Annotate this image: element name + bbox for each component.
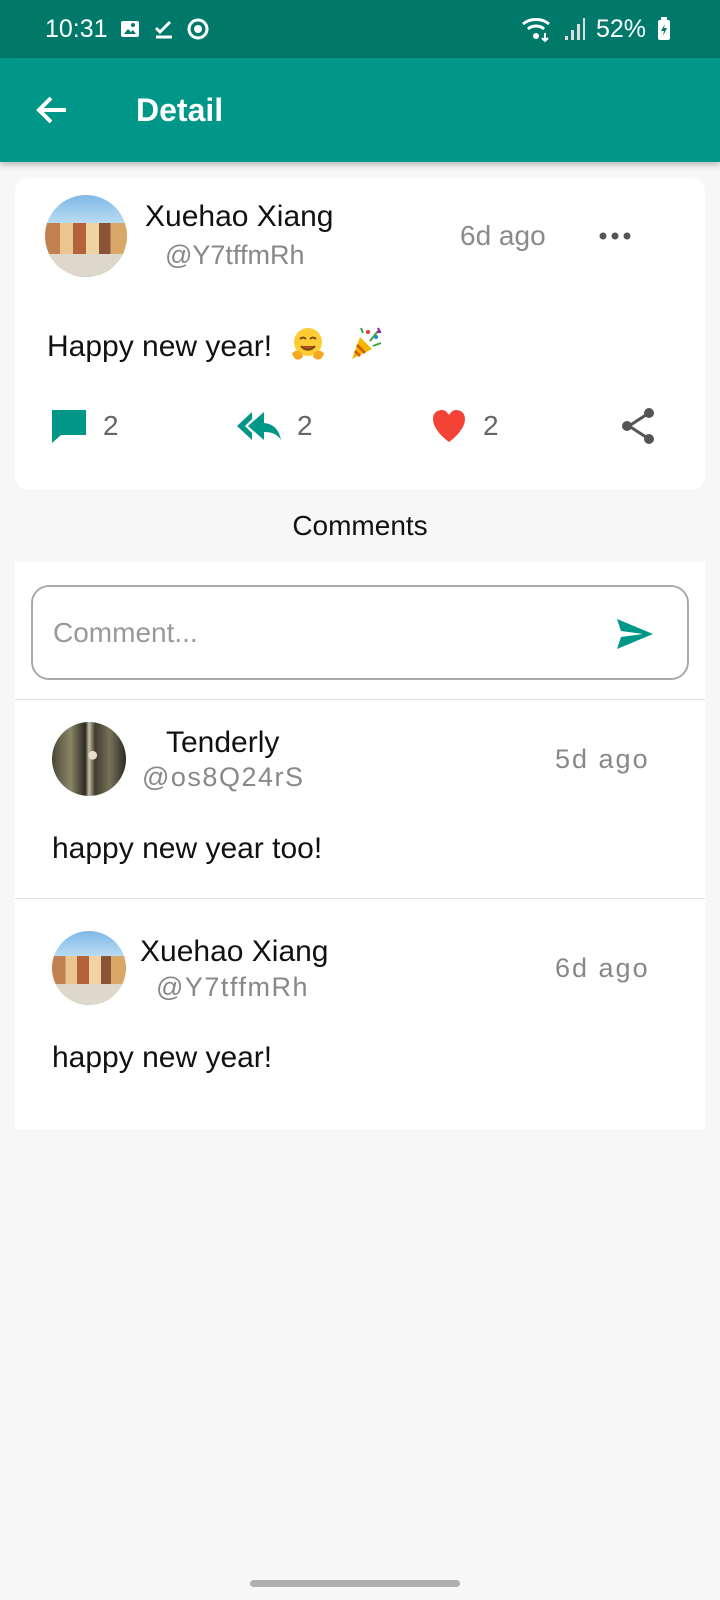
share-button[interactable] — [619, 404, 659, 448]
battery-percent: 52% — [595, 14, 646, 43]
heart-icon — [433, 410, 465, 442]
like-action[interactable]: 2 — [429, 404, 499, 448]
hugging-face-emoji — [288, 324, 328, 372]
signal-icon — [562, 15, 586, 43]
post-text: Happy new year! — [47, 329, 273, 363]
comment-author-handle[interactable]: @os8Q24rS — [142, 762, 304, 793]
arrow-left-icon — [36, 96, 66, 124]
comment-text: happy new year too! — [52, 832, 323, 865]
more-horizontal-icon — [599, 232, 631, 240]
like-count: 2 — [483, 410, 499, 441]
comment-author-name[interactable]: Tenderly — [166, 726, 279, 760]
post-author-handle[interactable]: @Y7tffmRh — [165, 240, 304, 271]
wifi-icon — [520, 15, 552, 43]
comment-text: happy new year! — [52, 1041, 273, 1074]
comment-count: 2 — [103, 410, 119, 441]
page-title: Detail — [136, 91, 224, 128]
reply-all-icon — [237, 412, 281, 440]
battery-icon — [656, 16, 672, 42]
share-icon — [622, 408, 654, 444]
party-popper-emoji — [345, 324, 385, 372]
app-bar: Detail — [0, 58, 720, 162]
reply-action[interactable]: 2 — [235, 404, 313, 448]
reply-count: 2 — [297, 410, 313, 441]
divider — [15, 898, 705, 899]
comment-time: 6d ago — [555, 953, 650, 983]
send-button[interactable] — [613, 612, 657, 656]
comment-author-handle[interactable]: @Y7tffmRh — [156, 972, 309, 1003]
comment-time: 5d ago — [555, 744, 650, 774]
comments-heading: Comments — [292, 510, 428, 541]
comment-action[interactable]: 2 — [49, 404, 119, 448]
divider — [15, 699, 705, 700]
comment-avatar[interactable] — [52, 722, 126, 796]
status-bar: 10:31 52% — [0, 0, 720, 58]
record-icon — [186, 17, 210, 41]
post-author-name[interactable]: Xuehao Xiang — [145, 200, 334, 234]
more-options-button[interactable] — [595, 216, 635, 256]
comments-panel: Tenderly @os8Q24rS 5d ago happy new year… — [15, 562, 705, 1130]
post-time: 6d ago — [460, 220, 546, 251]
image-icon — [118, 17, 142, 41]
comment-avatar[interactable] — [52, 931, 126, 1005]
comment-input[interactable] — [53, 607, 593, 659]
author-avatar[interactable] — [45, 195, 127, 277]
status-right: 52% — [520, 15, 672, 44]
comment-box — [31, 585, 689, 680]
status-left: 10:31 — [45, 15, 210, 44]
home-indicator[interactable] — [250, 1580, 460, 1587]
check-icon — [152, 17, 176, 41]
post-text-row: Happy new year! — [47, 324, 385, 372]
status-time: 10:31 — [45, 14, 108, 43]
comment-icon — [52, 410, 86, 443]
comment-author-name[interactable]: Xuehao Xiang — [140, 935, 329, 969]
send-icon — [617, 619, 653, 649]
post-card: Xuehao Xiang @Y7tffmRh 6d ago Happy new … — [15, 178, 705, 490]
back-button[interactable] — [20, 78, 84, 142]
